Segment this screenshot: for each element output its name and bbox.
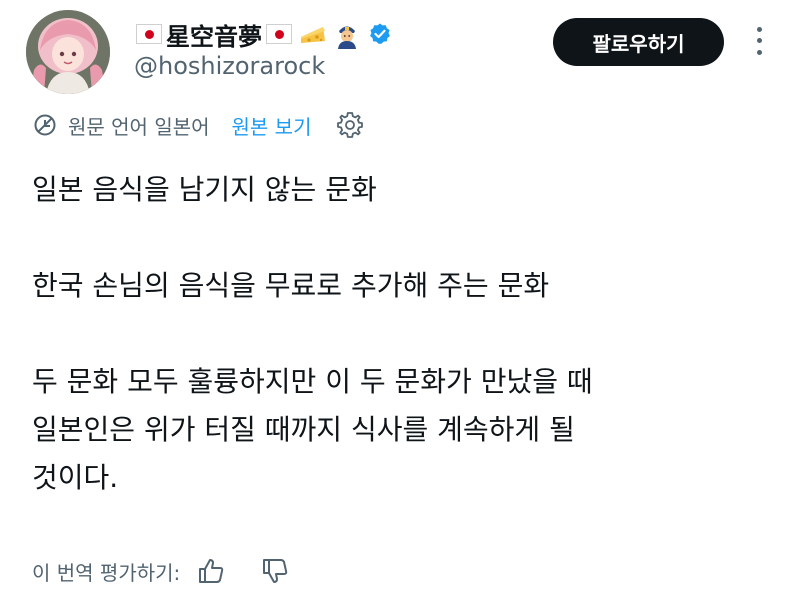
more-dot-icon <box>756 38 762 44</box>
view-original-link[interactable]: 원본 보기 <box>232 111 312 140</box>
rate-translation-label: 이 번역 평가하기: <box>32 560 181 585</box>
tweet-line: 일본 음식을 남기지 않는 문화 <box>32 173 377 206</box>
japan-flag-icon <box>136 24 162 44</box>
tweet-line: 것이다. <box>32 461 119 494</box>
more-options-button[interactable] <box>746 24 772 58</box>
police-officer-icon <box>332 19 362 49</box>
japan-flag-icon <box>266 24 292 44</box>
more-dot-icon <box>756 27 762 33</box>
tweet-card: 星空音夢 @hoshizorarock 팔로우하기 원문 언어 일본어 원본 보… <box>0 0 800 613</box>
thumbs-down-icon[interactable] <box>260 556 290 586</box>
display-name-row[interactable]: 星空音夢 <box>134 16 392 52</box>
verified-badge-icon <box>368 22 392 46</box>
tweet-text: 일본 음식을 남기지 않는 문화 한국 손님의 음식을 무료로 추가해 주는 문… <box>32 166 772 502</box>
tweet-line: 일본인은 위가 터질 때까지 식사를 계속하게 될 <box>32 413 575 446</box>
translate-icon <box>32 112 58 138</box>
more-dot-icon <box>756 49 762 55</box>
follow-button[interactable]: 팔로우하기 <box>553 18 724 66</box>
source-language-text: 원문 언어 일본어 <box>68 114 210 139</box>
avatar[interactable] <box>26 10 110 94</box>
avatar-illustration <box>26 10 110 94</box>
user-handle[interactable]: @hoshizorarock <box>134 52 325 80</box>
thumbs-up-icon[interactable] <box>196 556 226 586</box>
translation-info-row: 원문 언어 일본어 원본 보기 <box>32 110 365 140</box>
gear-icon[interactable] <box>335 110 365 140</box>
tweet-line: 두 문화 모두 훌륭하지만 이 두 문화가 만났을 때 <box>32 365 593 398</box>
cheese-icon <box>298 19 328 49</box>
tweet-line: 한국 손님의 음식을 무료로 추가해 주는 문화 <box>32 269 550 302</box>
display-name[interactable]: 星空音夢 <box>166 17 262 52</box>
translation-rating-row: 이 번역 평가하기: <box>32 554 290 588</box>
